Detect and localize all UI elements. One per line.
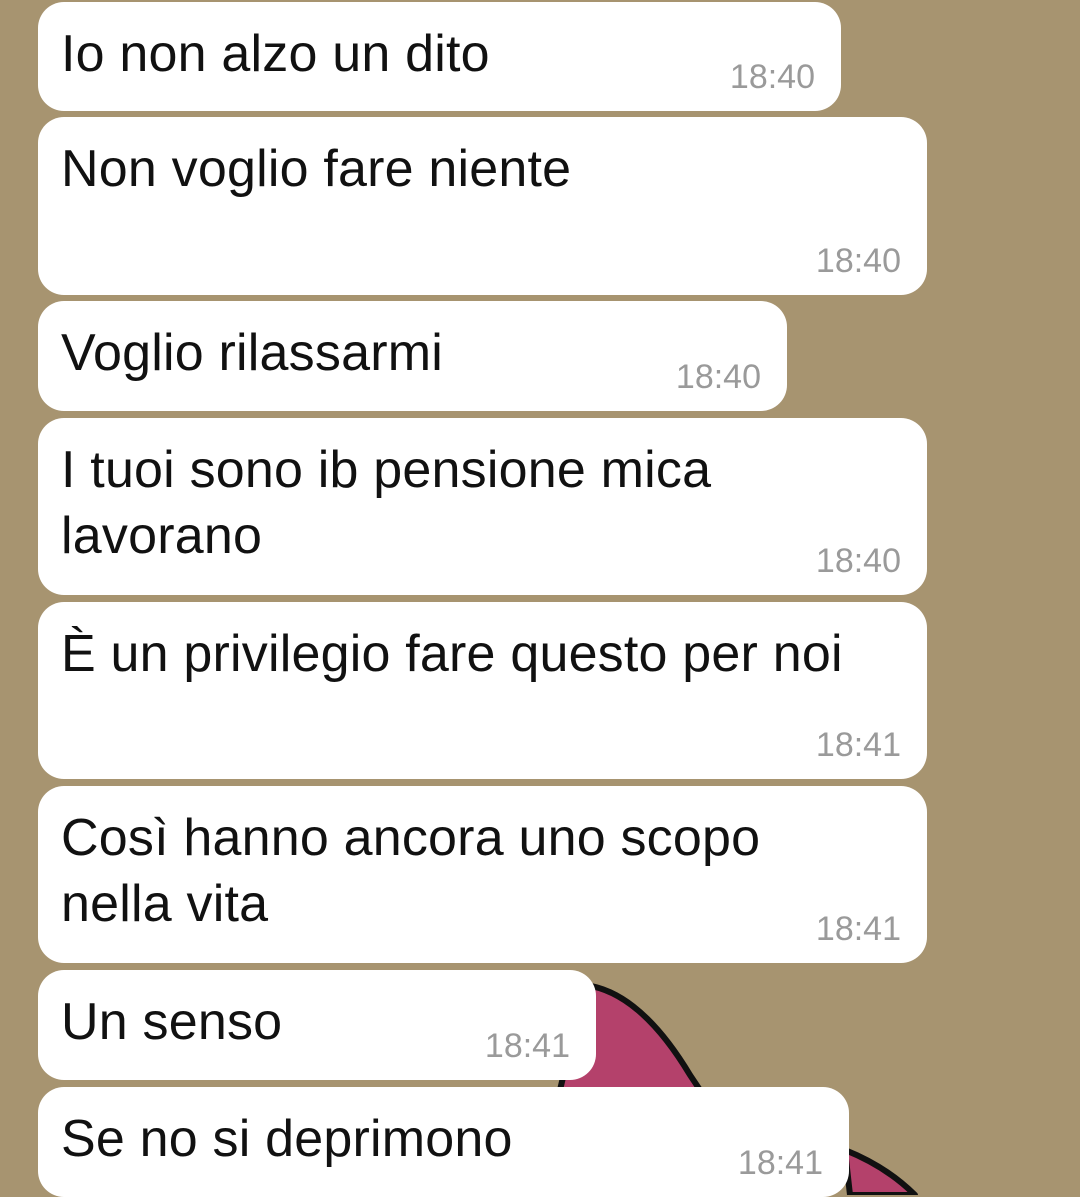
message-timestamp: 18:40	[815, 542, 901, 580]
message-bubble[interactable]: Non voglio fare niente 18:40	[38, 117, 927, 295]
message-bubble[interactable]: Così hanno ancora uno scopo nella vita 1…	[38, 786, 927, 963]
message-text: Così hanno ancora uno scopo nella vita	[61, 809, 761, 933]
message-text: Io non alzo un dito	[61, 25, 490, 83]
message-timestamp: 18:41	[484, 1027, 570, 1065]
message-timestamp: 18:40	[815, 242, 901, 280]
message-bubble[interactable]: È un privilegio fare questo per noi 18:4…	[38, 602, 927, 779]
message-text: Voglio rilassarmi	[61, 324, 443, 382]
message-bubble[interactable]: Un senso 18:41	[38, 970, 596, 1080]
message-timestamp: 18:41	[815, 910, 901, 948]
message-bubble[interactable]: Se no si deprimono 18:41	[38, 1087, 849, 1197]
message-timestamp: 18:40	[729, 58, 815, 96]
message-timestamp: 18:41	[737, 1144, 823, 1182]
message-bubble[interactable]: Io non alzo un dito 18:40	[38, 2, 841, 111]
message-timestamp: 18:41	[815, 726, 901, 764]
message-timestamp: 18:40	[675, 358, 761, 396]
message-text: È un privilegio fare questo per noi	[61, 625, 843, 683]
message-text: Se no si deprimono	[61, 1110, 513, 1168]
message-bubble[interactable]: Voglio rilassarmi 18:40	[38, 301, 787, 411]
message-text: I tuoi sono ib pensione mica lavorano	[61, 441, 712, 565]
message-text: Non voglio fare niente	[61, 140, 572, 198]
message-bubble[interactable]: I tuoi sono ib pensione mica lavorano 18…	[38, 418, 927, 595]
message-text: Un senso	[61, 993, 283, 1051]
